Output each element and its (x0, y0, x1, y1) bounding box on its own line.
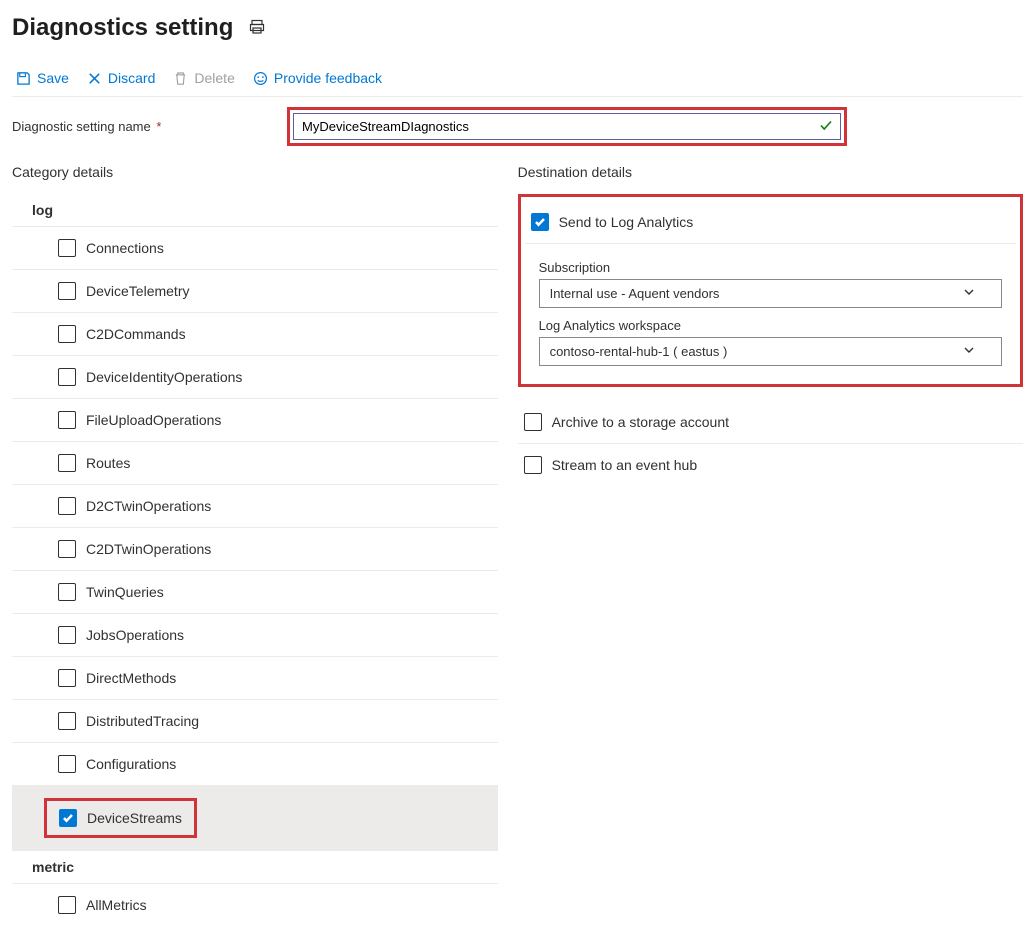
checkbox-icon[interactable] (58, 896, 76, 914)
setting-name-input[interactable] (293, 113, 841, 140)
log-item-label: D2CTwinOperations (86, 498, 211, 514)
dest-label: Archive to a storage account (552, 414, 729, 430)
log-item-twinqueries[interactable]: TwinQueries (12, 571, 498, 614)
metric-list: AllMetrics (12, 884, 498, 926)
delete-button: Delete (173, 70, 234, 86)
print-icon[interactable] (249, 19, 265, 38)
checkbox-icon[interactable] (58, 411, 76, 429)
log-item-label: Connections (86, 240, 164, 256)
workspace-dropdown[interactable]: contoso-rental-hub-1 ( eastus ) (539, 337, 1002, 366)
log-item-label: Configurations (86, 756, 176, 772)
log-item-devicestreams-row[interactable]: DeviceStreams (12, 786, 498, 851)
setting-name-highlight (287, 107, 847, 146)
setting-name-label: Diagnostic setting name * (12, 119, 287, 134)
log-item-jobsoperations[interactable]: JobsOperations (12, 614, 498, 657)
log-analytics-highlight: Send to Log Analytics Subscription Inter… (518, 194, 1023, 387)
log-item-label: DeviceTelemetry (86, 283, 189, 299)
checkbox-icon[interactable] (58, 540, 76, 558)
dest-label: Stream to an event hub (552, 457, 698, 473)
log-list: Connections DeviceTelemetry C2DCommands … (12, 227, 498, 851)
log-item-c2dtwinoperations[interactable]: C2DTwinOperations (12, 528, 498, 571)
log-item-c2dcommands[interactable]: C2DCommands (12, 313, 498, 356)
log-item-connections[interactable]: Connections (12, 227, 498, 270)
log-item-deviceidentityoperations[interactable]: DeviceIdentityOperations (12, 356, 498, 399)
log-item-directmethods[interactable]: DirectMethods (12, 657, 498, 700)
checkbox-icon[interactable] (58, 239, 76, 257)
checkbox-icon[interactable] (58, 368, 76, 386)
checkbox-icon[interactable] (58, 282, 76, 300)
log-group-title: log (12, 194, 498, 227)
log-item-label: C2DCommands (86, 326, 186, 342)
subscription-label: Subscription (539, 260, 1002, 275)
log-item-label: DirectMethods (86, 670, 176, 686)
checkbox-icon[interactable] (58, 626, 76, 644)
dest-label: Send to Log Analytics (559, 214, 694, 230)
devicestreams-highlight: DeviceStreams (44, 798, 197, 838)
log-item-label: C2DTwinOperations (86, 541, 211, 557)
log-item-label: TwinQueries (86, 584, 164, 600)
log-item-label: DeviceStreams (87, 810, 182, 826)
save-label: Save (37, 70, 69, 86)
checkbox-icon[interactable] (58, 325, 76, 343)
log-item-devicetelemetry[interactable]: DeviceTelemetry (12, 270, 498, 313)
valid-check-icon (819, 118, 833, 135)
log-item-routes[interactable]: Routes (12, 442, 498, 485)
checkbox-icon[interactable] (58, 454, 76, 472)
subscription-value: Internal use - Aquent vendors (550, 286, 720, 301)
discard-button[interactable]: Discard (87, 70, 155, 86)
log-item-label: JobsOperations (86, 627, 184, 643)
subscription-dropdown[interactable]: Internal use - Aquent vendors (539, 279, 1002, 308)
checkbox-icon[interactable] (58, 583, 76, 601)
checkbox-icon[interactable] (58, 712, 76, 730)
metric-group-title: metric (12, 851, 498, 884)
feedback-label: Provide feedback (274, 70, 382, 86)
log-item-configurations[interactable]: Configurations (12, 743, 498, 786)
dest-eventhub[interactable]: Stream to an event hub (518, 444, 1023, 486)
checkbox-icon[interactable] (524, 413, 542, 431)
chevron-down-icon (963, 344, 975, 359)
discard-label: Discard (108, 70, 155, 86)
metric-item-label: AllMetrics (86, 897, 147, 913)
log-item-label: FileUploadOperations (86, 412, 221, 428)
workspace-value: contoso-rental-hub-1 ( eastus ) (550, 344, 728, 359)
log-item-distributedtracing[interactable]: DistributedTracing (12, 700, 498, 743)
log-item-d2ctwinoperations[interactable]: D2CTwinOperations (12, 485, 498, 528)
checkbox-icon[interactable] (524, 456, 542, 474)
metric-item-allmetrics[interactable]: AllMetrics (12, 884, 498, 926)
delete-label: Delete (194, 70, 234, 86)
chevron-down-icon (963, 286, 975, 301)
log-item-label: Routes (86, 455, 130, 471)
log-item-label: DeviceIdentityOperations (86, 369, 242, 385)
dest-log-analytics[interactable]: Send to Log Analytics (525, 201, 1016, 244)
log-analytics-panel: Subscription Internal use - Aquent vendo… (525, 244, 1016, 380)
save-button[interactable]: Save (16, 70, 69, 86)
feedback-button[interactable]: Provide feedback (253, 70, 382, 86)
destination-details-title: Destination details (518, 164, 1023, 180)
workspace-label: Log Analytics workspace (539, 318, 1002, 333)
category-details-title: Category details (12, 164, 498, 180)
checkbox-icon[interactable] (58, 497, 76, 515)
command-toolbar: Save Discard Delete Provide feedback (12, 64, 1023, 97)
checkbox-icon[interactable] (531, 213, 549, 231)
checkbox-icon[interactable] (59, 809, 77, 827)
checkbox-icon[interactable] (58, 755, 76, 773)
checkbox-icon[interactable] (58, 669, 76, 687)
dest-storage[interactable]: Archive to a storage account (518, 401, 1023, 444)
log-item-label: DistributedTracing (86, 713, 199, 729)
page-title: Diagnostics setting (12, 14, 233, 42)
log-item-fileuploadoperations[interactable]: FileUploadOperations (12, 399, 498, 442)
